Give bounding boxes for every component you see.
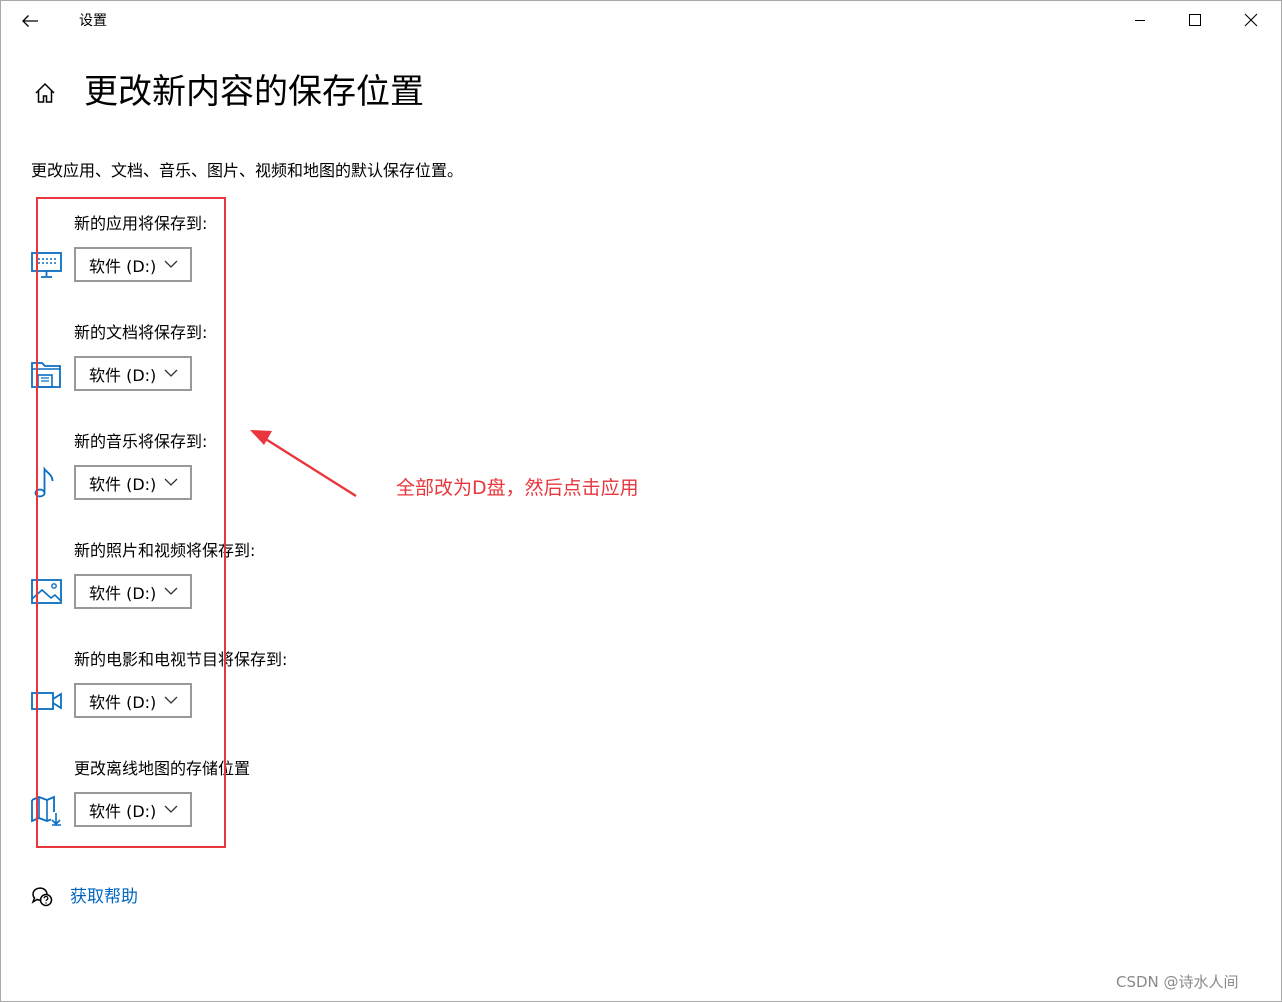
- page-description: 更改应用、文档、音乐、图片、视频和地图的默认保存位置。: [31, 161, 464, 180]
- annotation-text: 全部改为D盘，然后点击应用: [396, 477, 639, 499]
- annotation-arrow-icon: [250, 430, 357, 498]
- app-title: 设置: [79, 13, 107, 29]
- annotation-highlight-box: [36, 197, 226, 848]
- minimize-icon: [1135, 20, 1145, 21]
- home-icon[interactable]: [30, 78, 60, 108]
- title-bar: 设置: [0, 0, 1282, 42]
- page-title: 更改新内容的保存位置: [84, 72, 424, 112]
- watermark: CSDN @诗水人间: [1116, 973, 1239, 991]
- maximize-icon: [1189, 14, 1201, 26]
- minimize-button[interactable]: [1112, 0, 1168, 40]
- back-arrow-icon: [22, 15, 38, 27]
- back-button[interactable]: [10, 4, 50, 38]
- close-icon: [1244, 13, 1258, 27]
- get-help-link[interactable]: 获取帮助: [70, 886, 138, 908]
- maximize-button[interactable]: [1167, 0, 1223, 40]
- help-chat-icon[interactable]: [30, 884, 54, 908]
- close-button[interactable]: [1223, 0, 1279, 40]
